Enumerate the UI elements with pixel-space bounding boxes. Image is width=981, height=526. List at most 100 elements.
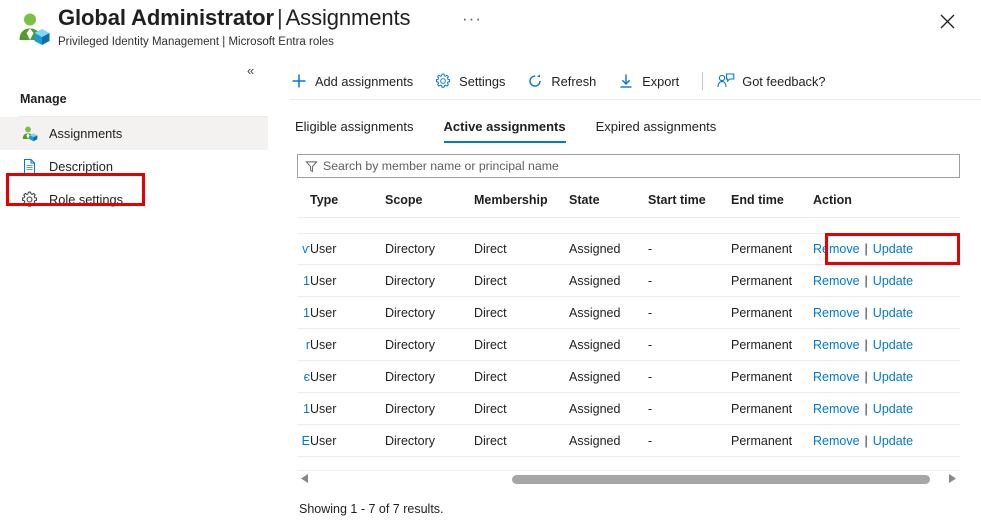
cell-type: User (310, 306, 385, 320)
cell-membership: Direct (474, 370, 569, 384)
plus-icon (290, 72, 308, 90)
triangle-right-icon[interactable] (944, 471, 960, 487)
tab-eligible-assignments[interactable]: Eligible assignments (295, 114, 414, 143)
remove-link[interactable]: Remove (813, 434, 860, 448)
update-link[interactable]: Update (873, 242, 913, 256)
update-link[interactable]: Update (873, 274, 913, 288)
sidebar-item-role-settings[interactable]: Role settings (0, 183, 268, 216)
cell-scope: Directory (385, 402, 474, 416)
update-link[interactable]: Update (873, 370, 913, 384)
person-feedback-icon (717, 72, 735, 90)
gear-icon (434, 72, 452, 90)
cell-membership: Direct (474, 402, 569, 416)
got-feedback-button[interactable]: Got feedback? (717, 65, 834, 97)
cell-start-time: - (648, 306, 731, 320)
add-assignments-button[interactable]: Add assignments (290, 65, 422, 97)
cell-start-time: - (648, 274, 731, 288)
cell-type: User (310, 274, 385, 288)
page-title-main: Global Administrator (58, 5, 274, 30)
update-link[interactable]: Update (873, 306, 913, 320)
sidebar-items: Assignments Description (0, 117, 268, 216)
remove-link[interactable]: Remove (813, 242, 860, 256)
sidebar-item-description[interactable]: Description (0, 150, 268, 183)
action-separator: | (860, 338, 873, 352)
cell-action: Remove|Update (813, 402, 953, 416)
cell-end-time: Permanent (731, 370, 813, 384)
toolbar-divider (702, 72, 703, 90)
sidebar: « Manage Assignment (0, 56, 268, 526)
assignment-tabs: Eligible assignments Active assignments … (295, 114, 746, 143)
table-header-rule (297, 217, 960, 218)
user-role-icon (14, 10, 52, 48)
settings-button[interactable]: Settings (434, 65, 514, 97)
chevron-double-left-icon[interactable]: « (247, 64, 254, 78)
cell-state: Assigned (569, 242, 648, 256)
scrollbar-thumb[interactable] (512, 475, 930, 484)
cell-end-time: Permanent (731, 338, 813, 352)
command-toolbar: Add assignments Settings (290, 65, 846, 97)
col-header-scope: Scope (385, 193, 474, 207)
table-header-row: Type Scope Membership State Start time E… (297, 187, 960, 213)
export-button[interactable]: Export (617, 65, 688, 97)
remove-link[interactable]: Remove (813, 306, 860, 320)
action-separator: | (860, 370, 873, 384)
cell-action: Remove|Update (813, 370, 953, 384)
search-input[interactable] (323, 159, 953, 173)
cell-name: 1 (297, 306, 310, 320)
user-role-icon (20, 125, 38, 143)
cell-state: Assigned (569, 306, 648, 320)
triangle-left-icon[interactable] (297, 471, 313, 487)
remove-link[interactable]: Remove (813, 338, 860, 352)
cell-state: Assigned (569, 370, 648, 384)
cell-membership: Direct (474, 274, 569, 288)
refresh-button[interactable]: Refresh (526, 65, 605, 97)
header-titles: Global Administrator|Assignments Privile… (58, 4, 410, 49)
cell-name: Ε (297, 434, 310, 448)
cell-name: r (297, 338, 310, 352)
horizontal-scrollbar[interactable] (297, 470, 960, 486)
remove-link[interactable]: Remove (813, 274, 860, 288)
cell-action: Remove|Update (813, 434, 953, 448)
search-box[interactable] (297, 154, 960, 178)
button-label: Export (642, 74, 679, 89)
action-separator: | (860, 434, 873, 448)
button-label: Refresh (551, 74, 596, 89)
results-count-label: Showing 1 - 7 of 7 results. (299, 502, 444, 516)
update-link[interactable]: Update (873, 402, 913, 416)
cell-end-time: Permanent (731, 434, 813, 448)
tab-expired-assignments[interactable]: Expired assignments (596, 114, 717, 143)
action-separator: | (860, 402, 873, 416)
tab-active-assignments[interactable]: Active assignments (444, 114, 566, 143)
table-row[interactable]: 1 User Directory Direct Assigned - Perma… (297, 297, 960, 329)
table-row[interactable]: ѵ User Directory Direct Assigned - Perma… (297, 233, 960, 265)
table-row[interactable]: 1 User Directory Direct Assigned - Perma… (297, 393, 960, 425)
update-link[interactable]: Update (873, 338, 913, 352)
download-icon (617, 72, 635, 90)
update-link[interactable]: Update (873, 434, 913, 448)
remove-link[interactable]: Remove (813, 370, 860, 384)
cell-state: Assigned (569, 338, 648, 352)
table-row[interactable]: r User Directory Direct Assigned - Perma… (297, 329, 960, 361)
cell-end-time: Permanent (731, 274, 813, 288)
cell-end-time: Permanent (731, 402, 813, 416)
tab-label: Expired assignments (596, 119, 717, 134)
table-row[interactable]: 1 User Directory Direct Assigned - Perma… (297, 265, 960, 297)
button-label: Got feedback? (742, 74, 825, 89)
cell-end-time: Permanent (731, 242, 813, 256)
remove-link[interactable]: Remove (813, 402, 860, 416)
table-row[interactable]: Ε User Directory Direct Assigned - Perma… (297, 425, 960, 457)
close-icon[interactable] (935, 9, 959, 33)
table-row[interactable]: є User Directory Direct Assigned - Perma… (297, 361, 960, 393)
sidebar-item-assignments[interactable]: Assignments (0, 117, 268, 150)
more-options-icon[interactable]: ··· (462, 12, 482, 26)
col-header-end-time: End time (731, 193, 813, 207)
cell-name: ѵ (297, 242, 310, 256)
col-header-membership: Membership (474, 193, 569, 207)
scrollbar-track[interactable] (313, 471, 944, 487)
cell-start-time: - (648, 402, 731, 416)
cell-name: 1 (297, 274, 310, 288)
cell-scope: Directory (385, 434, 474, 448)
cell-end-time: Permanent (731, 306, 813, 320)
cell-type: User (310, 370, 385, 384)
cell-start-time: - (648, 370, 731, 384)
